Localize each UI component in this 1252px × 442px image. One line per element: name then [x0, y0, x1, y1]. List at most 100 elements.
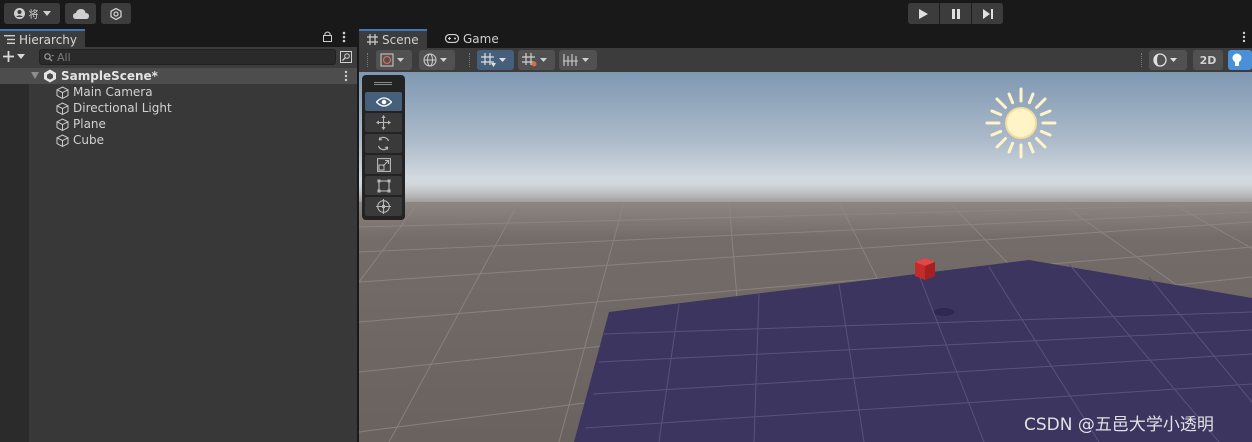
chevron-down-icon: [397, 58, 404, 62]
scale-icon: [376, 157, 391, 172]
tab-scene[interactable]: Scene: [359, 29, 427, 48]
toolbar-divider: [1141, 53, 1143, 67]
move-arrows-icon: [376, 115, 391, 130]
tab-label: Scene: [382, 32, 419, 47]
hierarchy-search-input[interactable]: All: [39, 49, 336, 65]
account-dropdown[interactable]: 将: [4, 3, 60, 24]
hierarchy-item-label: Cube: [73, 133, 104, 147]
collab-icon: [110, 7, 122, 20]
hierarchy-item-directional-light[interactable]: Directional Light: [56, 100, 172, 116]
scale-tool-button[interactable]: [365, 155, 402, 174]
chevron-down-icon: [1170, 58, 1177, 62]
scene-root-row[interactable]: SampleScene*: [0, 68, 357, 84]
tab-hierarchy[interactable]: Hierarchy: [0, 29, 86, 48]
chevron-down-icon: [17, 54, 25, 59]
cloud-icon: [72, 8, 89, 19]
hierarchy-panel: Hierarchy All SampleScene* Main Camera D…: [0, 27, 357, 442]
tab-game[interactable]: Game: [437, 29, 507, 48]
lightbulb-icon: [1232, 53, 1242, 66]
scene-name: SampleScene*: [61, 69, 158, 83]
shading-mode-dropdown[interactable]: [1149, 50, 1187, 70]
hierarchy-item-label: Main Camera: [73, 85, 153, 99]
hierarchy-tree: SampleScene* Main Camera Directional Lig…: [0, 68, 357, 442]
snapping-dropdown[interactable]: [518, 50, 555, 70]
gameobject-cube-icon: [56, 133, 69, 147]
increment-snap-icon: [563, 54, 578, 66]
more-options-icon[interactable]: [1242, 31, 1246, 43]
chevron-down-icon: [440, 58, 447, 62]
rect-tool-button[interactable]: [365, 176, 402, 195]
more-options-icon[interactable]: [342, 31, 346, 43]
scene-toolbar: 2D: [359, 48, 1252, 72]
gamepad-icon: [445, 34, 459, 43]
scene-search-icon[interactable]: [340, 51, 352, 63]
hierarchy-item-plane[interactable]: Plane: [56, 116, 106, 132]
chevron-down-icon: [540, 58, 547, 62]
sphere-shading-icon: [1153, 53, 1167, 67]
rect-transform-icon: [377, 179, 390, 192]
gameobject-cube-icon: [56, 101, 69, 115]
scene-grid-icon: [367, 34, 378, 45]
transform-combined-icon: [376, 199, 391, 214]
hierarchy-item-label: Directional Light: [73, 101, 172, 115]
play-icon: [919, 8, 928, 19]
cube-shadow: [934, 308, 954, 316]
transform-tool-button[interactable]: [365, 197, 402, 216]
view-tool-button[interactable]: [365, 92, 402, 111]
scene-more-icon[interactable]: [344, 70, 348, 82]
play-button[interactable]: [908, 3, 940, 24]
step-icon: [982, 8, 993, 19]
hierarchy-gutter: [0, 68, 29, 442]
playmode-controls: [908, 3, 1003, 24]
directional-light-gizmo: [985, 87, 1057, 159]
scene-panel: Scene Game 2D CSDN @五邑大学小透明: [359, 27, 1252, 442]
step-button[interactable]: [972, 3, 1003, 24]
shaded-mode-icon: [380, 53, 394, 67]
grid-snap-icon: [522, 53, 537, 67]
scene-viewport[interactable]: CSDN @五邑大学小透明: [359, 72, 1252, 442]
2d-mode-toggle[interactable]: 2D: [1193, 50, 1223, 70]
cube-object: [915, 258, 935, 280]
globe-icon: [423, 53, 437, 67]
gameobject-cube-icon: [56, 117, 69, 131]
pause-button[interactable]: [940, 3, 972, 24]
rotate-icon: [377, 136, 390, 151]
hierarchy-item-cube[interactable]: Cube: [56, 132, 104, 148]
plus-icon: [3, 51, 14, 62]
grid-visibility-dropdown[interactable]: [477, 50, 514, 70]
create-dropdown[interactable]: [3, 51, 25, 62]
scene-render: [359, 72, 1252, 442]
hierarchy-tab-label: Hierarchy: [19, 32, 78, 47]
lock-icon[interactable]: [323, 31, 332, 42]
expand-arrow-icon[interactable]: [31, 72, 39, 79]
search-icon: [44, 52, 54, 61]
hierarchy-tab-row: Hierarchy: [0, 27, 357, 48]
unity-scene-icon: [44, 69, 56, 83]
overlay-grip[interactable]: [374, 82, 392, 85]
grid-toggle-icon: [481, 53, 496, 67]
increment-snap-dropdown[interactable]: [559, 50, 597, 70]
2d-label: 2D: [1199, 53, 1217, 67]
cloud-button[interactable]: [65, 3, 96, 24]
hierarchy-item-label: Plane: [73, 117, 106, 131]
hierarchy-item-main-camera[interactable]: Main Camera: [56, 84, 153, 100]
pause-icon: [951, 8, 960, 19]
rotate-tool-button[interactable]: [365, 134, 402, 153]
account-icon: [13, 8, 25, 19]
search-placeholder: All: [57, 50, 71, 64]
gameobject-cube-icon: [56, 85, 69, 99]
transform-tools-overlay: [362, 75, 405, 220]
eye-icon: [375, 96, 392, 107]
toolbar-grip: [367, 53, 369, 67]
main-toolbar: 将: [0, 0, 1252, 27]
chevron-down-icon: [42, 11, 51, 16]
lighting-toggle[interactable]: [1228, 50, 1252, 70]
draw-mode-dropdown[interactable]: [376, 50, 412, 70]
hierarchy-list-icon: [4, 35, 15, 44]
global-local-dropdown[interactable]: [419, 50, 455, 70]
tab-label: Game: [463, 31, 499, 46]
chevron-down-icon: [499, 58, 506, 62]
collab-button[interactable]: [101, 3, 131, 24]
move-tool-button[interactable]: [365, 113, 402, 132]
toolbar-divider: [469, 53, 471, 67]
